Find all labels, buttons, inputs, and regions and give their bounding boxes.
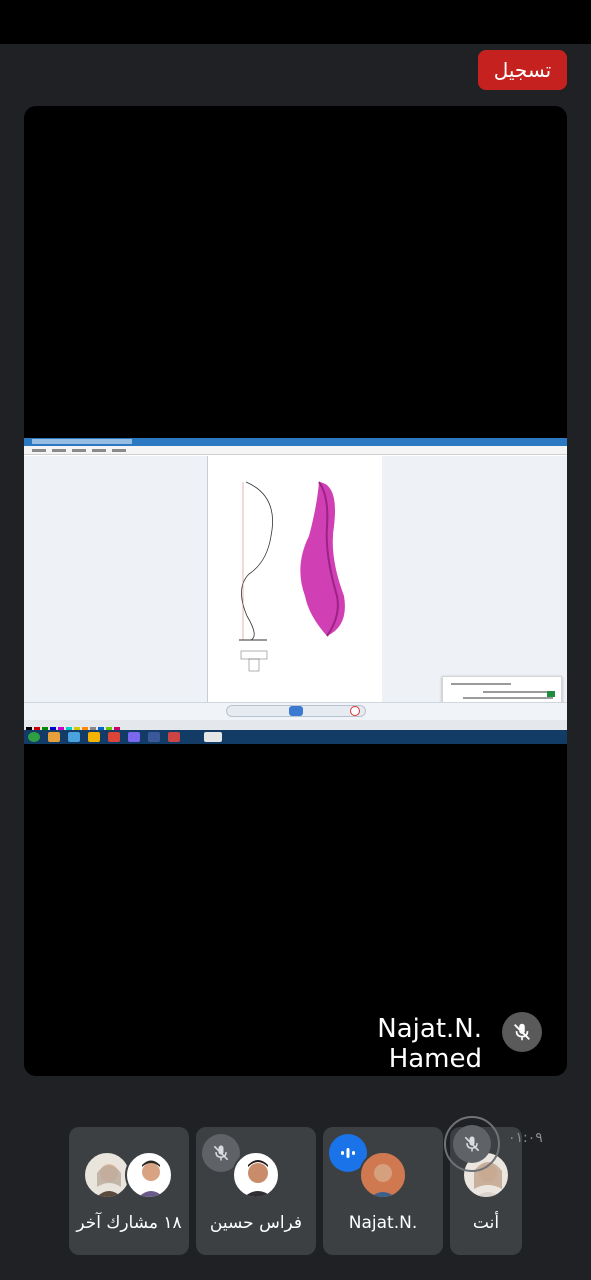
shared-left-pane <box>24 456 208 702</box>
shared-color-palette <box>24 720 567 733</box>
shared-right-pane <box>382 456 567 702</box>
avatar <box>83 1151 131 1199</box>
recording-badge[interactable]: تسجيل <box>478 50 567 90</box>
shared-viewer-toolbar <box>24 702 567 720</box>
participant-label: ١٨ مشارك آخر <box>76 1213 182 1233</box>
mic-off-icon <box>453 1125 491 1163</box>
shared-drawing-canvas <box>209 456 382 702</box>
shared-window-menubar <box>24 446 567 455</box>
shared-taskbar <box>24 730 567 744</box>
avatar <box>232 1151 280 1199</box>
participant-tile-firas[interactable]: فراس حسين <box>196 1127 316 1255</box>
speaker-name: Najat.N. Hamed <box>377 1014 482 1074</box>
mute-toggle-button[interactable] <box>444 1116 500 1172</box>
participant-label: أنت <box>472 1213 500 1233</box>
call-timer: ٠١:٠٩ <box>508 1130 543 1146</box>
participant-label: Najat.N. <box>348 1213 418 1233</box>
status-bar <box>0 0 591 44</box>
avatar <box>125 1151 173 1199</box>
participant-tile-najat[interactable]: Najat.N. <box>323 1127 443 1255</box>
shared-window-titlebar <box>24 438 567 446</box>
participant-tile-others[interactable]: ١٨ مشارك آخر <box>69 1127 189 1255</box>
avatar <box>359 1151 407 1199</box>
mic-off-icon <box>502 1012 542 1052</box>
shared-screen <box>24 438 567 744</box>
participant-label: فراس حسين <box>209 1213 303 1233</box>
main-video-tile[interactable]: Najat.N. Hamed <box>24 106 567 1076</box>
cad-drawing <box>239 481 345 672</box>
